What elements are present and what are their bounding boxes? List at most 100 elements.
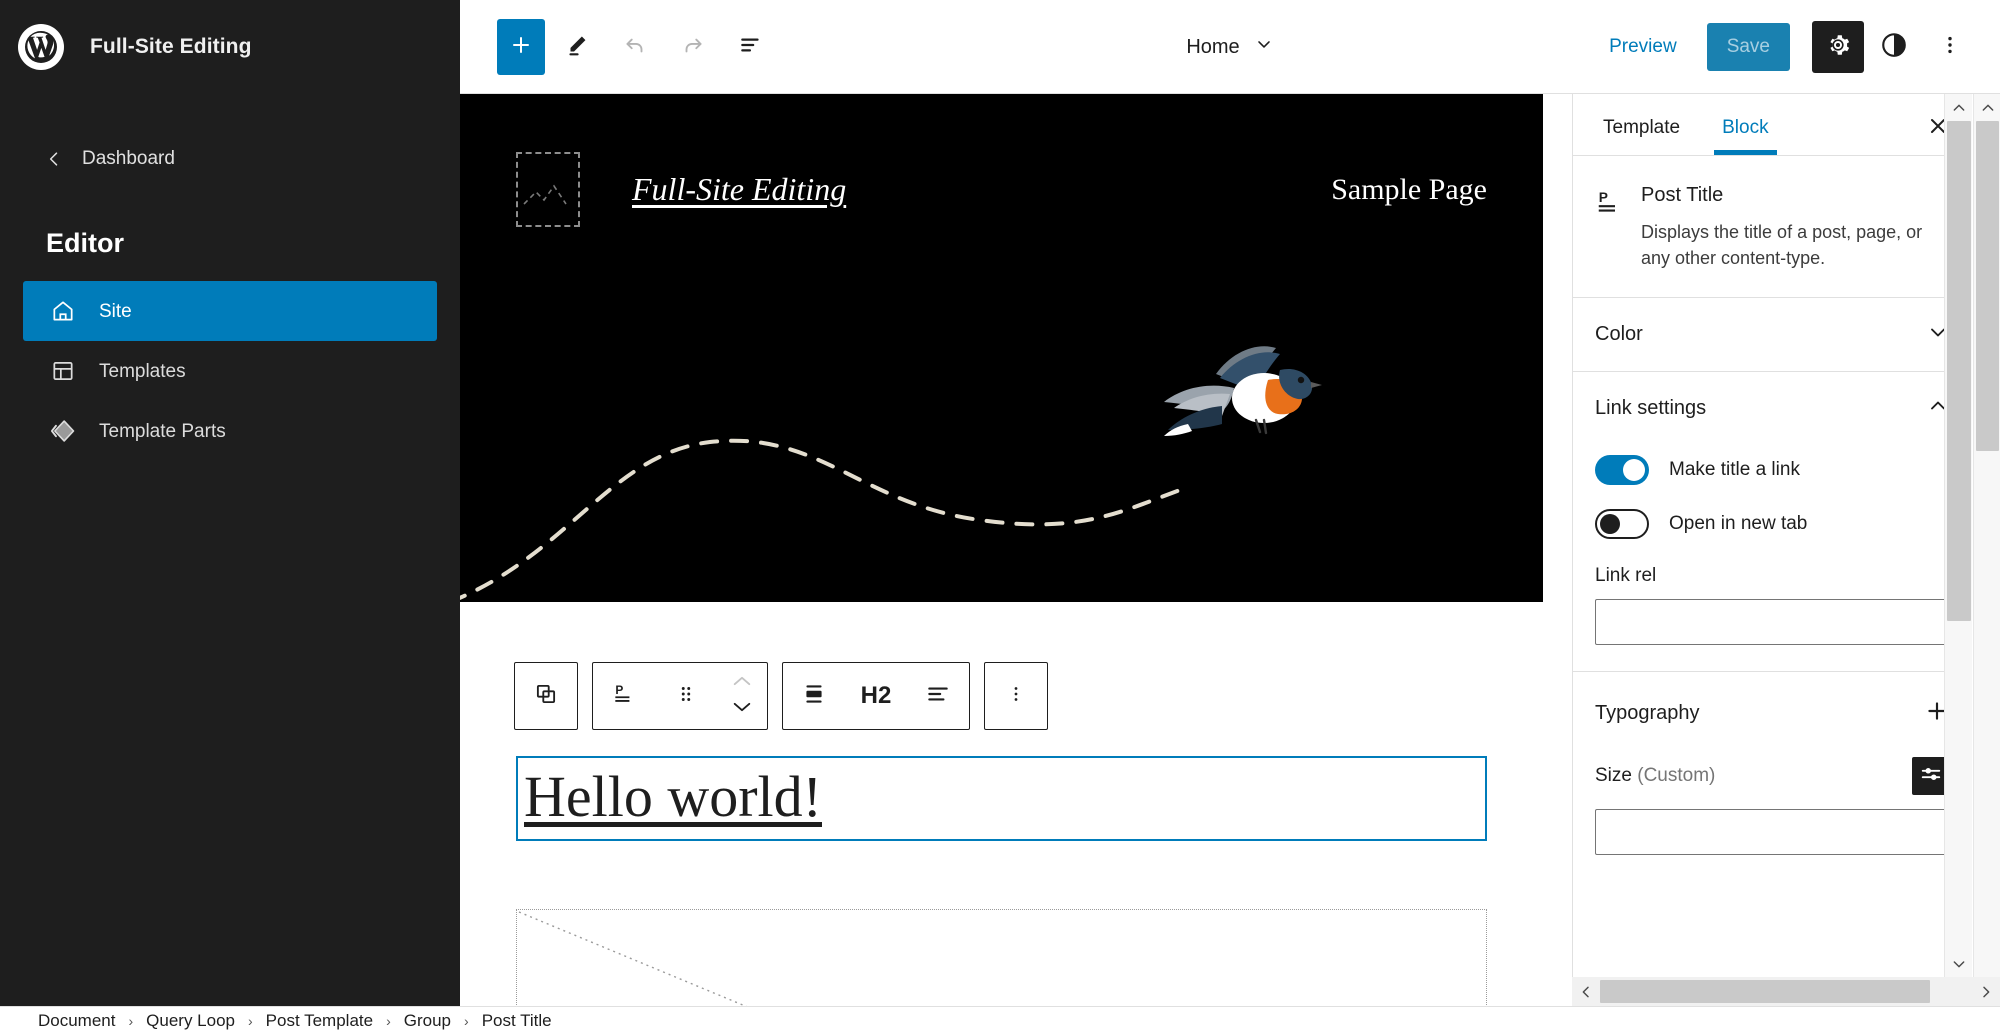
svg-text:P: P [615, 683, 623, 697]
hero-bird-illustration [460, 254, 1543, 602]
drag-handle-icon [675, 683, 697, 710]
inspector-scroll-left-button[interactable] [1572, 977, 1600, 1006]
three-dots-vertical-icon [1938, 33, 1962, 60]
styles-button[interactable] [1868, 21, 1920, 73]
inspector-scroll-up-button[interactable] [1945, 94, 1972, 121]
contrast-circle-icon [1879, 30, 1909, 63]
breadcrumb-item-group[interactable]: Group [404, 1011, 451, 1031]
editor-top-toolbar: Home Preview Save [460, 0, 2000, 94]
sidebar-item-site[interactable]: Site [23, 281, 437, 341]
open-in-new-tab-toggle-row[interactable]: Open in new tab [1595, 509, 1950, 539]
open-in-new-tab-label: Open in new tab [1669, 513, 1807, 535]
link-settings-panel-header[interactable]: Link settings [1573, 372, 1972, 427]
inspector-horizontal-scrollbar[interactable] [1572, 977, 2000, 1006]
gear-icon [1825, 32, 1851, 61]
block-toolbar-move-group: P [592, 662, 768, 730]
typography-panel-header[interactable]: Typography [1573, 672, 1972, 729]
post-title-block[interactable]: Hello world! [516, 756, 1487, 841]
block-inspector-sidebar: Template Block P Post Title Displays th [1572, 94, 1972, 977]
breadcrumb-item-post-title[interactable]: Post Title [482, 1011, 552, 1031]
block-card: P Post Title Displays the title of a pos… [1595, 178, 1950, 271]
sidebar-item-template-parts[interactable]: Template Parts [23, 401, 437, 461]
block-more-options-button[interactable] [985, 663, 1047, 729]
sliders-icon [1920, 763, 1942, 790]
canvas-scrollbar-thumb[interactable] [1976, 121, 1999, 451]
breadcrumb-separator: › [386, 1013, 391, 1029]
link-rel-input[interactable] [1595, 599, 1972, 645]
make-title-a-link-toggle-row[interactable]: Make title a link [1595, 455, 1950, 485]
image-placeholder-icon[interactable] [516, 152, 580, 227]
inspector-scroll-down-button[interactable] [1945, 950, 1972, 977]
site-title-link[interactable]: Full-Site Editing [632, 171, 846, 208]
vertical-align-button[interactable] [783, 663, 845, 729]
block-type-button[interactable]: P [593, 663, 655, 729]
inspector-scrollbar-thumb[interactable] [1947, 121, 1971, 621]
breadcrumb: Document › Query Loop › Post Template › … [0, 1006, 2000, 1034]
inspector-vertical-scrollbar[interactable] [1944, 94, 1972, 977]
tab-block[interactable]: Block [1714, 117, 1776, 155]
inspector-tabs: Template Block [1573, 94, 1972, 156]
make-title-a-link-toggle[interactable] [1595, 455, 1649, 485]
featured-image-placeholder[interactable] [516, 909, 1487, 1006]
block-card-body: Post Title Displays the title of a post,… [1641, 184, 1950, 271]
text-align-button[interactable] [907, 663, 969, 729]
color-panel-header[interactable]: Color [1573, 298, 1972, 372]
inspector-scroll-right-button[interactable] [1972, 977, 2000, 1006]
breadcrumb-item-query-loop[interactable]: Query Loop [146, 1011, 235, 1031]
preview-button[interactable]: Preview [1593, 26, 1693, 68]
edit-tool-button[interactable] [551, 21, 603, 73]
font-size-input[interactable] [1595, 809, 1972, 855]
post-title-icon: P [1595, 184, 1641, 271]
sidebar-item-template-parts-label: Template Parts [99, 422, 226, 441]
link-settings-panel-title: Link settings [1595, 397, 1706, 420]
toggle-knob [1623, 459, 1645, 481]
font-size-label-text: Size [1595, 765, 1632, 786]
drag-handle-button[interactable] [655, 663, 717, 729]
three-dots-vertical-icon [1005, 683, 1027, 710]
post-title-text[interactable]: Hello world! [524, 766, 1479, 829]
block-description-line-1: Displays the title of a post, page, or [1641, 219, 1950, 245]
breadcrumb-separator: › [128, 1013, 133, 1029]
breadcrumb-item-document[interactable]: Document [38, 1011, 115, 1031]
sidebar-brand[interactable]: Full-Site Editing [0, 0, 460, 94]
tab-template[interactable]: Template [1595, 117, 1688, 155]
sidebar-item-templates-label: Templates [99, 362, 186, 381]
breadcrumb-separator: › [464, 1013, 469, 1029]
font-size-row: Size (Custom) [1573, 729, 1972, 795]
sidebar-item-site-label: Site [99, 302, 132, 321]
align-left-icon [925, 681, 951, 712]
heading-level-button[interactable]: H2 [845, 663, 907, 729]
sidebar-item-templates[interactable]: Templates [23, 341, 437, 401]
vertical-align-icon [801, 681, 827, 712]
save-button[interactable]: Save [1707, 23, 1790, 71]
redo-arrow-icon [680, 32, 706, 61]
svg-text:P: P [1599, 190, 1608, 205]
left-sidebar: Full-Site Editing Dashboard Editor Site … [0, 0, 460, 1006]
document-switcher[interactable]: Home [1186, 34, 1273, 60]
post-content-area: P [460, 602, 1543, 1006]
block-name: Post Title [1641, 184, 1950, 207]
wordpress-site-editor: Full-Site Editing Dashboard Editor Site … [0, 0, 2000, 1034]
sidebar-brand-title: Full-Site Editing [90, 35, 252, 59]
redo-button[interactable] [667, 21, 719, 73]
block-toolbar: P [514, 662, 1048, 730]
breadcrumb-item-post-template[interactable]: Post Template [266, 1011, 373, 1031]
inspector-hscrollbar-thumb[interactable] [1600, 980, 1930, 1003]
more-options-button[interactable] [1924, 21, 1976, 73]
sidebar-dashboard-link[interactable]: Dashboard [0, 136, 460, 182]
select-parent-button[interactable] [515, 663, 577, 729]
site-nav-item-sample-page[interactable]: Sample Page [1331, 173, 1487, 207]
canvas-vertical-scrollbar[interactable] [1973, 94, 2000, 1006]
site-header-block[interactable]: Full-Site Editing Sample Page [460, 94, 1543, 602]
open-in-new-tab-toggle[interactable] [1595, 509, 1649, 539]
add-block-button[interactable] [497, 19, 545, 75]
move-block-buttons[interactable] [717, 663, 767, 729]
undo-button[interactable] [609, 21, 661, 73]
site-header-row: Full-Site Editing Sample Page [460, 94, 1543, 227]
settings-button[interactable] [1812, 21, 1864, 73]
list-view-button[interactable] [725, 21, 777, 73]
canvas-scroll-up-button[interactable] [1974, 94, 2000, 121]
template-parts-icon [49, 417, 77, 445]
select-parent-icon [533, 681, 559, 712]
editor-canvas: Full-Site Editing Sample Page [460, 94, 1543, 982]
